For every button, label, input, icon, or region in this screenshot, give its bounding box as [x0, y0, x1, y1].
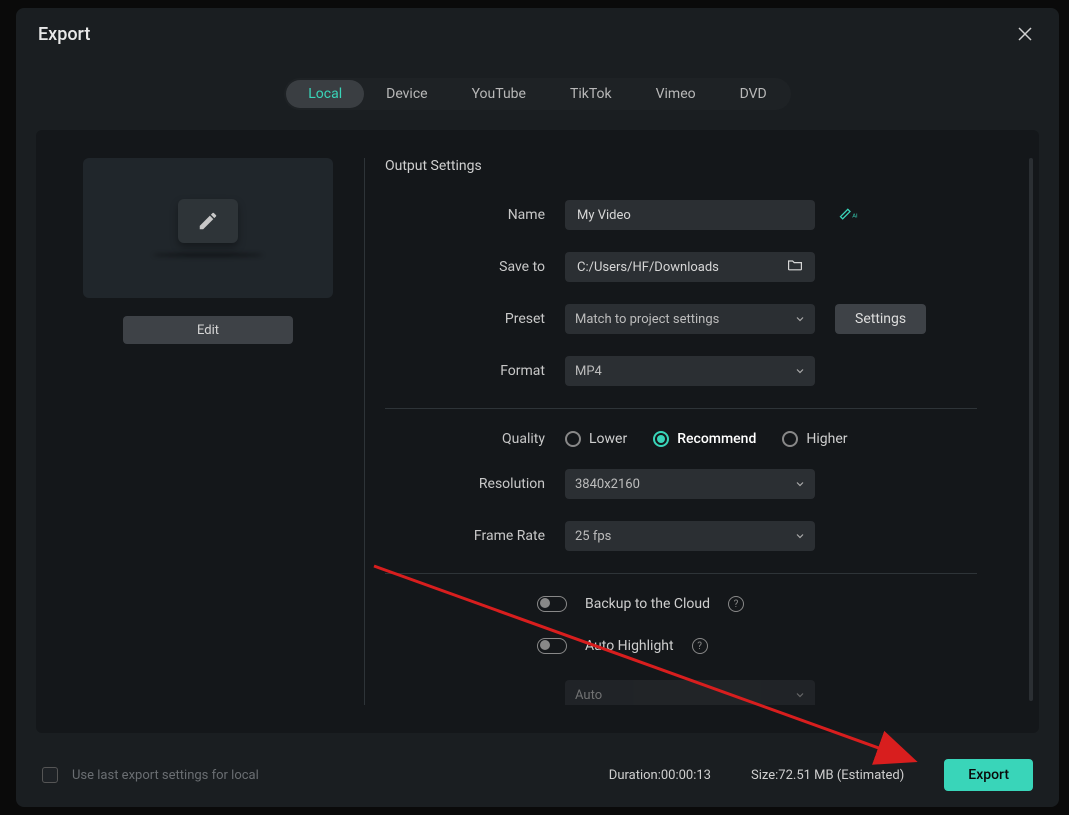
close-button[interactable]	[1013, 22, 1037, 46]
name-input[interactable]	[577, 208, 803, 223]
export-button[interactable]: Export	[944, 759, 1033, 791]
duration-display: Duration:00:00:13	[609, 768, 711, 783]
folder-icon[interactable]	[787, 258, 803, 276]
divider-1	[385, 408, 977, 409]
auto-highlight-value: Auto	[575, 688, 602, 703]
frame-rate-value: 25 fps	[575, 529, 611, 544]
radio-recommend-label: Recommend	[677, 431, 756, 447]
preset-select[interactable]: Match to project settings	[565, 304, 815, 334]
content-area: Edit Output Settings Name AI Save to C:/…	[36, 130, 1039, 733]
chevron-down-icon	[795, 690, 805, 700]
export-tabs: Local Device YouTube TikTok Vimeo DVD	[16, 78, 1059, 110]
tab-tiktok[interactable]: TikTok	[548, 80, 634, 108]
label-resolution: Resolution	[385, 476, 565, 492]
label-quality: Quality	[385, 431, 565, 447]
vertical-divider	[364, 158, 365, 705]
label-frame-rate: Frame Rate	[385, 528, 565, 544]
auto-highlight-toggle[interactable]	[537, 638, 567, 654]
row-resolution: Resolution 3840x2160	[385, 469, 977, 499]
backup-toggle[interactable]	[537, 596, 567, 612]
radio-lower-label: Lower	[589, 431, 627, 447]
label-format: Format	[385, 363, 565, 379]
save-to-value: C:/Users/HF/Downloads	[577, 260, 719, 275]
radio-recommend[interactable]: Recommend	[653, 431, 756, 447]
chevron-down-icon	[795, 479, 805, 489]
row-save-to: Save to C:/Users/HF/Downloads	[385, 252, 977, 282]
help-icon[interactable]: ?	[692, 638, 708, 654]
radio-lower[interactable]: Lower	[565, 431, 627, 447]
divider-2	[385, 573, 977, 574]
dialog-footer: Use last export settings for local Durat…	[16, 743, 1059, 807]
auto-highlight-label: Auto Highlight	[585, 638, 674, 654]
edit-button[interactable]: Edit	[123, 316, 293, 344]
row-frame-rate: Frame Rate 25 fps	[385, 521, 977, 551]
preset-value: Match to project settings	[575, 312, 719, 327]
quality-radio-group: Lower Recommend Higher	[565, 431, 977, 447]
row-preset: Preset Match to project settings Setting…	[385, 304, 977, 334]
radio-higher[interactable]: Higher	[782, 431, 847, 447]
preset-settings-button[interactable]: Settings	[835, 304, 926, 334]
format-select[interactable]: MP4	[565, 356, 815, 386]
row-name: Name AI	[385, 200, 977, 230]
settings-column: Output Settings Name AI Save to C:/Users…	[379, 158, 1017, 705]
preview-column: Edit	[58, 158, 358, 705]
use-last-settings-label: Use last export settings for local	[72, 768, 595, 783]
preview-thumbnail[interactable]	[83, 158, 333, 298]
section-title: Output Settings	[385, 158, 977, 174]
label-name: Name	[385, 207, 565, 223]
tab-dvd[interactable]: DVD	[718, 80, 789, 108]
tab-vimeo[interactable]: Vimeo	[634, 80, 718, 108]
row-quality: Quality Lower Recommend Higher	[385, 431, 977, 447]
row-auto-highlight: Auto Highlight ?	[385, 638, 977, 654]
ai-pencil-icon[interactable]: AI	[839, 205, 861, 225]
use-last-settings-checkbox[interactable]	[42, 767, 58, 783]
format-value: MP4	[575, 364, 602, 379]
tab-local[interactable]: Local	[286, 80, 364, 108]
radio-higher-label: Higher	[806, 431, 847, 447]
resolution-value: 3840x2160	[575, 477, 640, 492]
scrollbar[interactable]	[1029, 158, 1033, 701]
auto-highlight-select[interactable]: Auto	[565, 680, 815, 705]
name-input-wrap	[565, 200, 815, 230]
label-preset: Preset	[385, 311, 565, 327]
tab-youtube[interactable]: YouTube	[450, 80, 548, 108]
svg-text:AI: AI	[852, 213, 858, 219]
tab-device[interactable]: Device	[364, 80, 449, 108]
chevron-down-icon	[795, 314, 805, 324]
size-display: Size:72.51 MB (Estimated)	[751, 768, 904, 783]
chevron-down-icon	[795, 366, 805, 376]
row-backup: Backup to the Cloud ?	[385, 596, 977, 612]
dialog-title: Export	[38, 24, 90, 45]
resolution-select[interactable]: 3840x2160	[565, 469, 815, 499]
backup-label: Backup to the Cloud	[585, 596, 710, 612]
dialog-header: Export	[16, 8, 1059, 60]
pencil-icon	[178, 199, 238, 243]
export-dialog: Export Local Device YouTube TikTok Vimeo…	[16, 8, 1059, 807]
row-format: Format MP4	[385, 356, 977, 386]
help-icon[interactable]: ?	[728, 596, 744, 612]
label-save-to: Save to	[385, 259, 565, 275]
chevron-down-icon	[795, 531, 805, 541]
row-auto-highlight-select: Auto	[385, 680, 977, 705]
save-to-display: C:/Users/HF/Downloads	[565, 252, 815, 282]
frame-rate-select[interactable]: 25 fps	[565, 521, 815, 551]
